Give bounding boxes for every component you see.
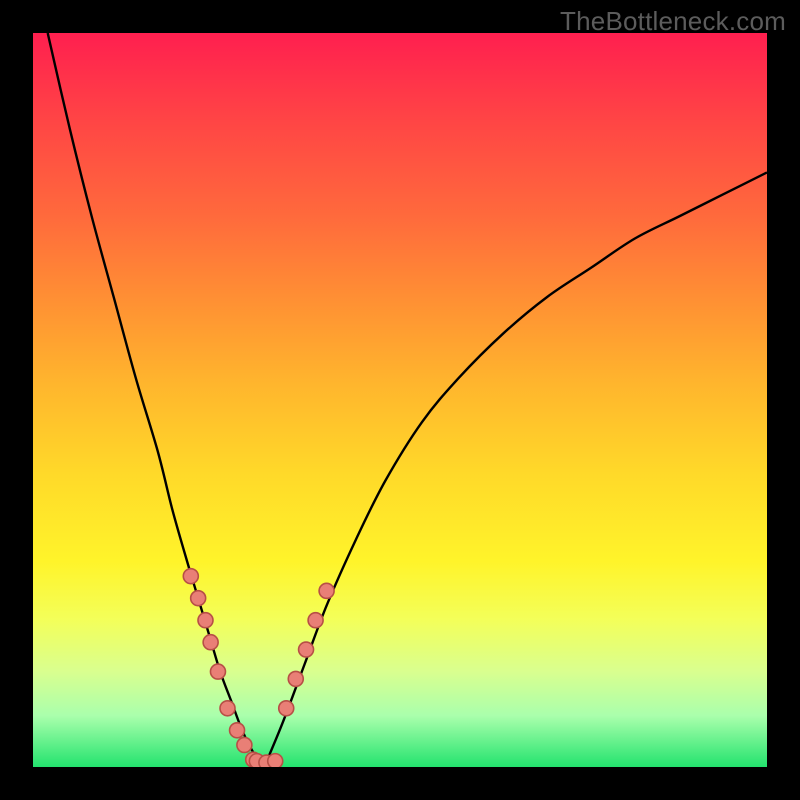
curve-layer [33,33,767,767]
data-marker [230,723,245,738]
data-marker [279,701,294,716]
data-marker [268,754,283,767]
watermark-label: TheBottleneck.com [560,6,786,37]
data-marker [237,737,252,752]
curve-left [48,33,265,767]
data-marker [191,591,206,606]
data-marker [288,671,303,686]
data-marker [198,613,213,628]
data-marker [210,664,225,679]
marker-layer [183,569,334,767]
data-marker [308,613,323,628]
data-marker [299,642,314,657]
data-marker [220,701,235,716]
data-marker [203,635,218,650]
chart-container: TheBottleneck.com [0,0,800,800]
curve-right [264,172,767,767]
data-marker [319,583,334,598]
data-marker [183,569,198,584]
plot-area [33,33,767,767]
